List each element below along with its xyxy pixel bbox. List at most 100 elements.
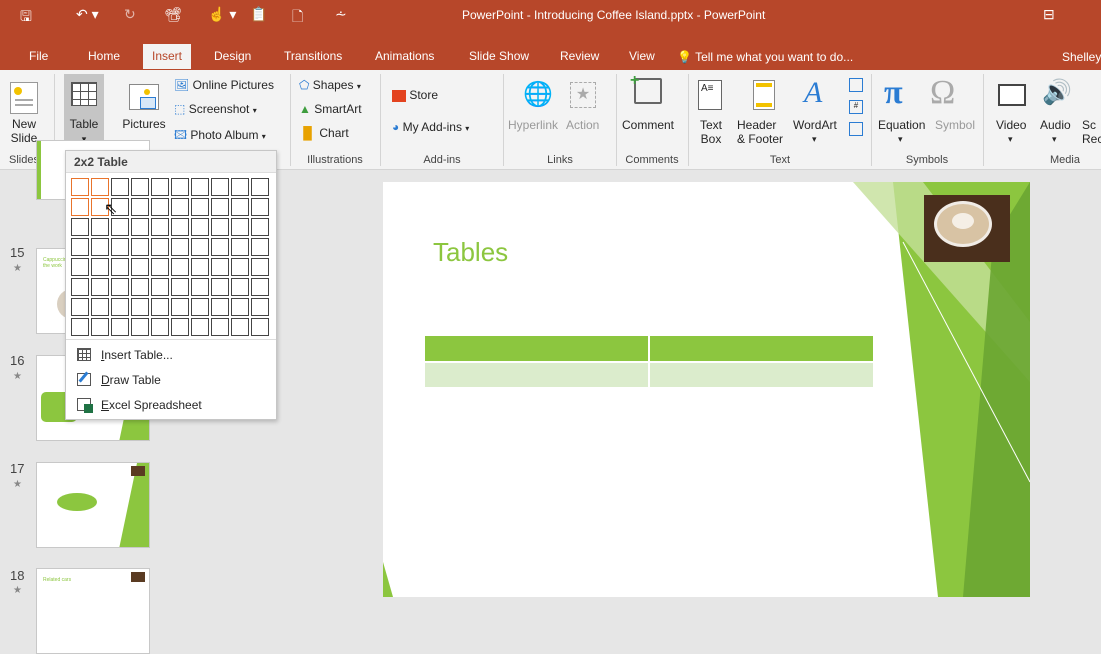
user-name[interactable]: Shelley (1062, 50, 1101, 64)
table-grid-cell[interactable] (111, 278, 129, 296)
table-grid-cell[interactable] (251, 258, 269, 276)
table-grid-cell[interactable] (71, 218, 89, 236)
tab-design[interactable]: Design (205, 44, 260, 69)
presentation-start-icon[interactable]: 📽 (164, 6, 182, 23)
slide-thumbnail-18[interactable]: Related cars (36, 568, 150, 654)
table-grid-cell[interactable] (211, 318, 229, 336)
table-grid-cell[interactable] (151, 238, 169, 256)
table-grid-cell[interactable] (211, 278, 229, 296)
tab-animations[interactable]: Animations (366, 44, 443, 69)
table-grid-cell[interactable] (251, 238, 269, 256)
date-time-icon[interactable] (849, 78, 863, 92)
table-grid-cell[interactable] (111, 298, 129, 316)
table-grid-cell[interactable] (151, 178, 169, 196)
hyperlink-button[interactable]: Hyperlink (508, 118, 558, 132)
table-grid-cell[interactable] (131, 278, 149, 296)
table-grid-cell[interactable] (131, 238, 149, 256)
pictures-button[interactable]: Pictures (118, 117, 170, 131)
table-grid-cell[interactable] (111, 238, 129, 256)
video-button[interactable]: Video (996, 118, 1026, 132)
table-grid-cell[interactable] (151, 198, 169, 216)
table-grid-cell[interactable] (191, 318, 209, 336)
tab-file[interactable]: File (20, 44, 57, 69)
table-grid-cell[interactable] (151, 218, 169, 236)
table-grid-cell[interactable] (111, 178, 129, 196)
tab-transitions[interactable]: Transitions (275, 44, 351, 69)
table-grid-cell[interactable] (71, 178, 89, 196)
table-grid-cell[interactable] (111, 258, 129, 276)
table-grid-cell[interactable] (71, 198, 89, 216)
tab-slide-show[interactable]: Slide Show (460, 44, 538, 69)
chart-button[interactable]: ▐▌ Chart (299, 126, 349, 140)
table-grid-cell[interactable] (111, 318, 129, 336)
table-grid-cell[interactable] (211, 298, 229, 316)
table-grid-cell[interactable] (131, 258, 149, 276)
table-grid-cell[interactable] (71, 238, 89, 256)
audio-button[interactable]: Audio (1040, 118, 1071, 132)
table-grid-cell[interactable] (171, 318, 189, 336)
table-grid-cell[interactable] (211, 218, 229, 236)
table-grid-cell[interactable] (211, 198, 229, 216)
slide-thumbnail-17[interactable] (36, 462, 150, 548)
new-slide-icon[interactable] (10, 82, 38, 114)
table-grid-cell[interactable] (231, 298, 249, 316)
table-grid-cell[interactable] (91, 258, 109, 276)
table-grid-cell[interactable] (171, 278, 189, 296)
redo-icon[interactable]: ↻ (124, 6, 136, 23)
table-grid-cell[interactable] (251, 178, 269, 196)
slide-number-icon[interactable]: # (849, 100, 863, 114)
my-addins-button[interactable]: ◕ My Add-ins ▾ (392, 120, 469, 134)
tab-insert[interactable]: Insert (143, 44, 192, 69)
save-icon[interactable]: 🖫 (20, 6, 32, 30)
insert-table-menu-item[interactable]: Insert Table... (66, 343, 276, 367)
new-file-icon[interactable]: 🗋 (292, 6, 303, 30)
table-grid-cell[interactable] (111, 218, 129, 236)
excel-spreadsheet-menu-item[interactable]: Excel Spreadsheet (66, 393, 276, 417)
table-grid-cell[interactable] (191, 178, 209, 196)
table-grid-cell[interactable] (151, 298, 169, 316)
screen-recording-button[interactable]: Sc Rec (1082, 118, 1101, 146)
equation-button[interactable]: Equation (878, 118, 925, 132)
table-grid-cell[interactable] (231, 258, 249, 276)
table-grid-cell[interactable] (131, 178, 149, 196)
table-grid-cell[interactable] (211, 238, 229, 256)
table-grid[interactable] (71, 178, 273, 338)
screenshot-button[interactable]: ⬚ Screenshot ▾ (174, 102, 257, 116)
photo-album-button[interactable]: 🖾 Photo Album ▾ (174, 126, 266, 147)
table-grid-cell[interactable] (231, 318, 249, 336)
table-grid-cell[interactable] (171, 298, 189, 316)
table-grid-cell[interactable] (211, 258, 229, 276)
action-button[interactable]: Action (566, 118, 599, 132)
tab-review[interactable]: Review (551, 44, 608, 69)
table-grid-cell[interactable] (151, 318, 169, 336)
coffee-cup-image[interactable] (924, 195, 1010, 262)
table-grid-cell[interactable] (251, 298, 269, 316)
table-grid-cell[interactable] (191, 238, 209, 256)
table-grid-cell[interactable] (251, 318, 269, 336)
table-grid-cell[interactable] (231, 238, 249, 256)
clipboard-icon[interactable]: 📋 (250, 6, 267, 23)
table-grid-cell[interactable] (231, 218, 249, 236)
table-grid-cell[interactable] (91, 318, 109, 336)
table-grid-cell[interactable] (211, 178, 229, 196)
table-grid-cell[interactable] (231, 278, 249, 296)
table-grid-cell[interactable] (71, 258, 89, 276)
header-footer-button[interactable]: Header & Footer (737, 118, 793, 146)
table-grid-cell[interactable] (151, 258, 169, 276)
table-grid-cell[interactable] (231, 178, 249, 196)
table-grid-cell[interactable] (231, 198, 249, 216)
tell-me-search[interactable]: 💡 Tell me what you want to do... (677, 50, 853, 64)
tab-view[interactable]: View (620, 44, 664, 69)
table-grid-cell[interactable] (191, 258, 209, 276)
text-box-button[interactable]: Text Box (698, 118, 724, 146)
table-grid-cell[interactable] (131, 298, 149, 316)
tab-home[interactable]: Home (79, 44, 129, 69)
table-grid-cell[interactable] (91, 178, 109, 196)
object-icon[interactable] (849, 122, 863, 136)
pictures-icon[interactable] (129, 84, 159, 110)
table-grid-cell[interactable] (191, 298, 209, 316)
table-grid-cell[interactable] (251, 218, 269, 236)
table-grid-cell[interactable] (71, 298, 89, 316)
wordart-button[interactable]: WordArt (793, 118, 837, 132)
table-grid-cell[interactable] (171, 218, 189, 236)
